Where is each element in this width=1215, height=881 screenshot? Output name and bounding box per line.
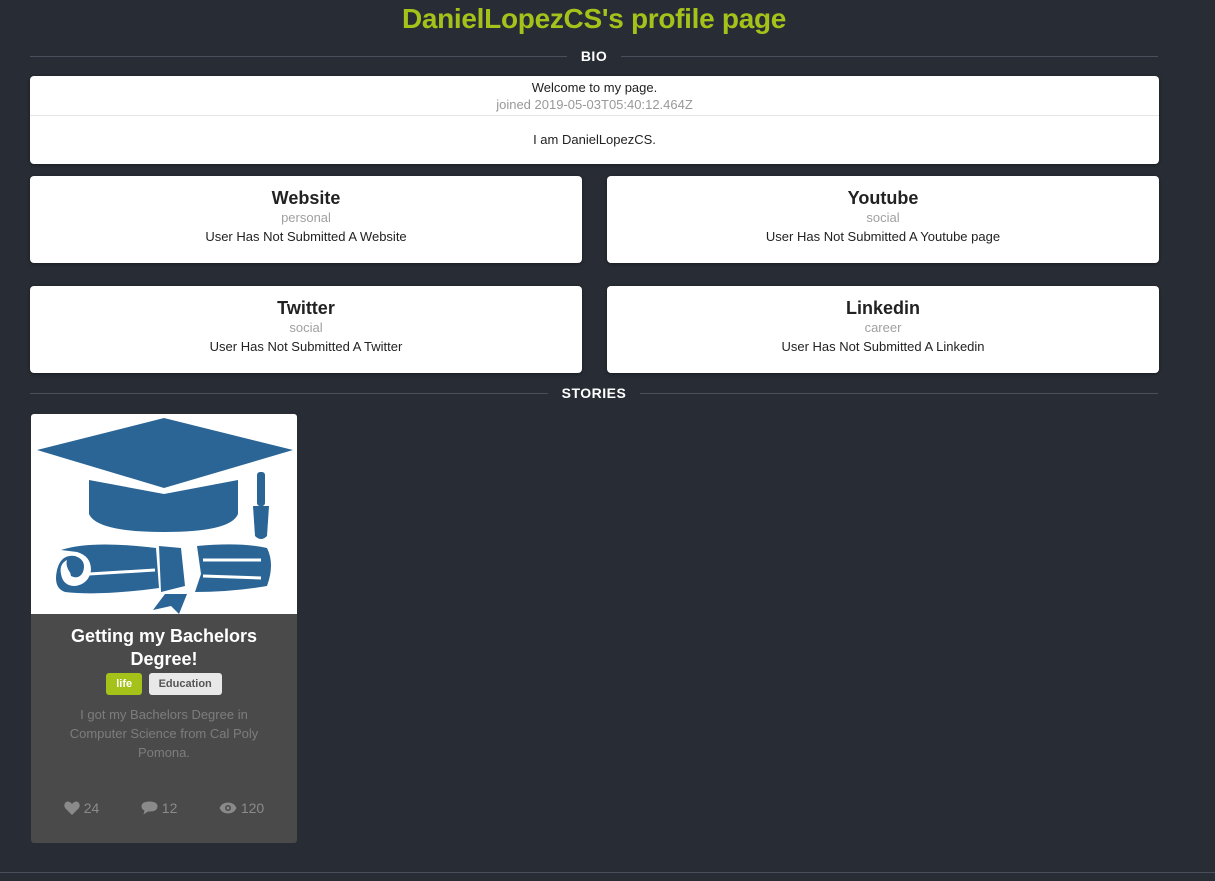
likes-count: 24 (83, 800, 100, 816)
tag-life[interactable]: life (106, 673, 143, 695)
link-card-category: personal (281, 210, 331, 225)
divider-line (621, 55, 1159, 57)
bio-joined-date: joined 2019-05-03T05:40:12.464Z (496, 97, 693, 112)
link-card-twitter[interactable]: Twitter social User Has Not Submitted A … (30, 286, 582, 373)
bio-description: I am DanielLopezCS. (533, 132, 656, 147)
link-card-title: Youtube (847, 188, 919, 208)
story-tags: life Education (31, 673, 297, 695)
link-card-status: User Has Not Submitted A Website (205, 229, 407, 244)
link-card-category: social (289, 320, 323, 335)
likes-stat[interactable]: 24 (63, 800, 100, 816)
story-title[interactable]: Getting my Bachelors Degree! (31, 614, 297, 671)
tag-education[interactable]: Education (148, 673, 222, 695)
graduation-cap-diploma-icon (37, 418, 293, 614)
comment-icon (141, 801, 158, 815)
divider-line (30, 392, 548, 394)
profile-page: DanielLopezCS's profile page BIO Welcome… (0, 0, 1215, 881)
bio-divider: BIO (30, 46, 1159, 66)
bio-card: Welcome to my page. joined 2019-05-03T05… (30, 76, 1159, 164)
link-card-title: Twitter (277, 298, 335, 318)
link-card-status: User Has Not Submitted A Youtube page (765, 229, 1001, 244)
comments-count: 12 (161, 800, 178, 816)
page-title: DanielLopezCS's profile page (401, 3, 787, 34)
story-description: I got my Bachelors Degree in Computer Sc… (69, 707, 259, 760)
bio-section-label: BIO (580, 48, 608, 64)
footer-divider (0, 872, 1215, 873)
story-card[interactable]: Getting my Bachelors Degree! life Educat… (31, 414, 297, 843)
story-stats: 24 12 120 (31, 800, 297, 816)
link-card-status: User Has Not Submitted A Twitter (209, 339, 403, 354)
divider-line (30, 55, 567, 57)
views-stat[interactable]: 120 (219, 800, 264, 816)
divider-line (640, 392, 1159, 394)
story-image[interactable] (31, 414, 297, 614)
stories-section-label: STORIES (561, 385, 627, 401)
heart-icon (63, 801, 80, 815)
link-card-linkedin[interactable]: Linkedin career User Has Not Submitted A… (607, 286, 1159, 373)
link-card-status: User Has Not Submitted A Linkedin (781, 339, 985, 354)
link-card-title: Website (271, 188, 341, 208)
bio-welcome-text: Welcome to my page. (531, 80, 658, 95)
bio-header: Welcome to my page. joined 2019-05-03T05… (30, 76, 1159, 116)
link-card-category: career (864, 320, 902, 335)
link-card-youtube[interactable]: Youtube social User Has Not Submitted A … (607, 176, 1159, 263)
stories-divider: STORIES (30, 383, 1159, 403)
link-card-title: Linkedin (845, 298, 920, 318)
link-card-category: social (866, 210, 900, 225)
views-count: 120 (240, 800, 265, 816)
link-card-website[interactable]: Website personal User Has Not Submitted … (30, 176, 582, 263)
comments-stat[interactable]: 12 (141, 800, 178, 816)
eye-icon (219, 802, 237, 814)
